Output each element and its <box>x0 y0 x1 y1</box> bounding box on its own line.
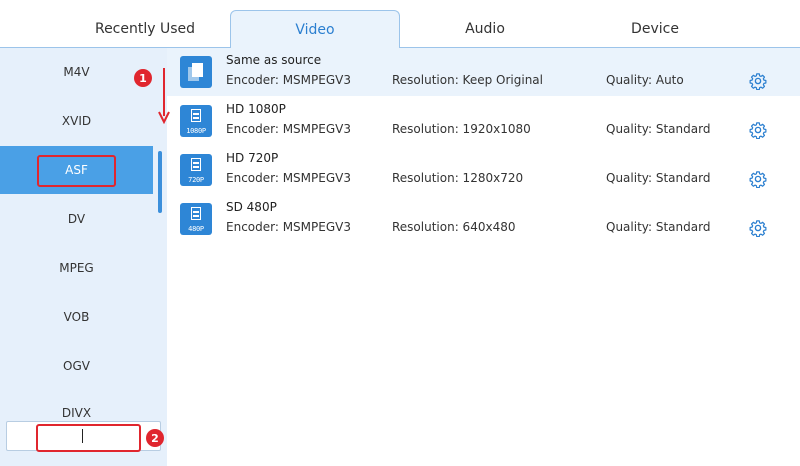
preset-name: HD 1080P <box>226 102 286 116</box>
sidebar-item-m4v[interactable]: M4V <box>0 48 153 96</box>
resolution-badge: 480P <box>188 225 204 233</box>
preset-encoder: Encoder: MSMPEGV3 <box>226 73 351 87</box>
sidebar-item-mpeg[interactable]: MPEG <box>0 244 153 292</box>
sidebar-item-label: M4V <box>63 65 90 79</box>
preset-resolution: Resolution: 1920x1080 <box>392 122 531 136</box>
step-badge-1: 1 <box>134 69 152 87</box>
gear-icon[interactable] <box>749 170 767 188</box>
film-icon: 720P <box>180 154 212 186</box>
format-tab-bar: Recently Used Video Audio Device <box>0 0 800 49</box>
preset-quality: Quality: Standard <box>606 220 711 234</box>
sidebar-item-xvid[interactable]: XVID <box>0 97 153 145</box>
preset-row-sd-480p[interactable]: 480P SD 480P Encoder: MSMPEGV3 Resolutio… <box>167 195 800 243</box>
preset-encoder: Encoder: MSMPEGV3 <box>226 122 351 136</box>
tab-label: Video <box>295 22 335 38</box>
arrow-down-icon <box>158 68 170 124</box>
gear-icon[interactable] <box>749 219 767 237</box>
preset-name: HD 720P <box>226 151 279 165</box>
tab-device[interactable]: Device <box>590 10 720 48</box>
tab-video[interactable]: Video <box>230 10 400 49</box>
preset-quality: Quality: Auto <box>606 73 684 87</box>
tab-label: Recently Used <box>94 21 196 37</box>
gear-icon[interactable] <box>749 72 767 90</box>
tab-label: Audio <box>465 21 505 37</box>
copy-icon <box>180 56 212 88</box>
sidebar-item-dv[interactable]: DV <box>0 195 153 243</box>
preset-encoder: Encoder: MSMPEGV3 <box>226 171 351 185</box>
preset-row-same-as-source[interactable]: Same as source Encoder: MSMPEGV3 Resolut… <box>167 48 800 96</box>
preset-row-hd-1080p[interactable]: 1080P HD 1080P Encoder: MSMPEGV3 Resolut… <box>167 97 800 145</box>
sidebar-item-label: OGV <box>63 359 90 373</box>
gear-icon[interactable] <box>749 121 767 139</box>
resolution-badge: 1080P <box>186 127 206 135</box>
preset-resolution: Resolution: Keep Original <box>392 73 543 87</box>
sidebar-item-ogv[interactable]: OGV <box>0 342 153 390</box>
resolution-badge: 720P <box>188 176 204 184</box>
preset-resolution: Resolution: 640x480 <box>392 220 516 234</box>
sidebar-item-label: VOB <box>63 310 90 324</box>
sidebar-item-label: DV <box>67 212 86 226</box>
tab-audio[interactable]: Audio <box>420 10 550 48</box>
preset-list: Same as source Encoder: MSMPEGV3 Resolut… <box>167 48 800 466</box>
tab-recently-used[interactable]: Recently Used <box>40 10 250 48</box>
sidebar-item-label: MPEG <box>59 261 94 275</box>
tab-label: Device <box>631 21 679 37</box>
preset-name: SD 480P <box>226 200 277 214</box>
film-icon: 480P <box>180 203 212 235</box>
preset-resolution: Resolution: 1280x720 <box>392 171 524 185</box>
annotation-highlight-asf <box>37 155 116 187</box>
preset-encoder: Encoder: MSMPEGV3 <box>226 220 351 234</box>
preset-name: Same as source <box>226 53 322 67</box>
sidebar-item-vob[interactable]: VOB <box>0 293 153 341</box>
annotation-highlight-search <box>36 424 141 452</box>
step-badge-2: 2 <box>146 429 164 447</box>
format-sidebar: M4V XVID ASF DV MPEG VOB OGV DIVX <box>0 48 167 466</box>
sidebar-scrollbar[interactable] <box>158 151 162 213</box>
sidebar-item-label: XVID <box>61 114 92 128</box>
film-icon: 1080P <box>180 105 212 137</box>
preset-quality: Quality: Standard <box>606 171 711 185</box>
preset-row-hd-720p[interactable]: 720P HD 720P Encoder: MSMPEGV3 Resolutio… <box>167 146 800 194</box>
preset-quality: Quality: Standard <box>606 122 711 136</box>
sidebar-item-label: DIVX <box>61 406 92 420</box>
